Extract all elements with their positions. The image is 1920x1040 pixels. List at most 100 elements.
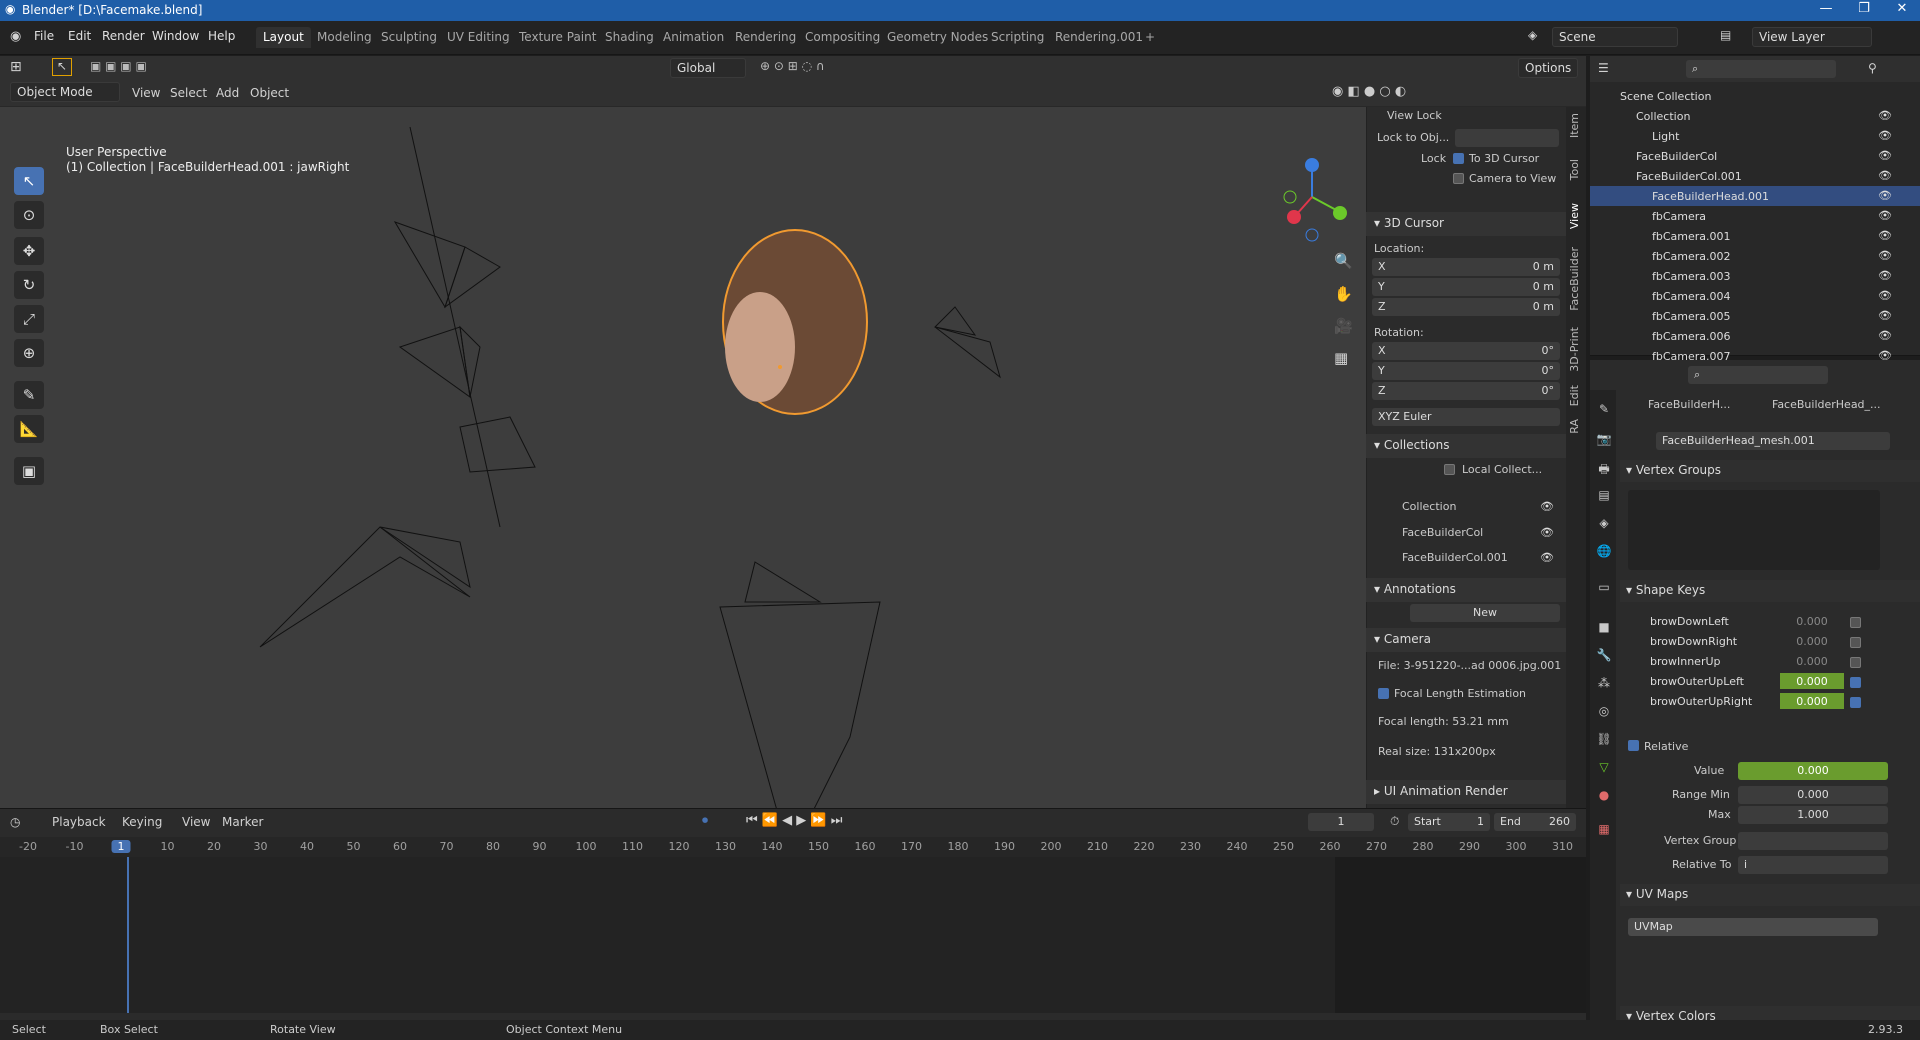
collection-item-3[interactable]: FaceBuilderCol.001 — [1402, 551, 1508, 564]
tab-view[interactable]: View — [1568, 203, 1581, 229]
measure-tool[interactable]: 📐 — [14, 415, 44, 443]
outliner-row[interactable]: fbCamera.006 👁 — [1590, 326, 1920, 346]
texture-tab-icon[interactable]: ▦ — [1595, 822, 1613, 840]
tab-3d-print[interactable]: 3D-Print — [1568, 327, 1581, 372]
outliner-row[interactable]: Light 👁 — [1590, 126, 1920, 146]
menu-file[interactable]: File — [34, 29, 54, 43]
visibility-eye-icon[interactable]: 👁 — [1878, 109, 1892, 122]
physics-tab-icon[interactable]: ◎ — [1595, 704, 1613, 722]
visibility-eye-icon[interactable]: 👁 — [1878, 329, 1892, 342]
select-mode-icons[interactable]: ▣ ▣ ▣ ▣ — [90, 59, 147, 73]
outliner-row[interactable]: fbCamera.004 👁 — [1590, 286, 1920, 306]
visibility-eye-icon[interactable]: 👁 — [1878, 189, 1892, 202]
uvmap-item[interactable]: UVMap — [1628, 918, 1878, 936]
shape-key-mute-checkbox[interactable] — [1850, 615, 1861, 628]
outliner-row[interactable]: fbCamera.003 👁 — [1590, 266, 1920, 286]
data-tab-icon[interactable]: ▽ — [1595, 760, 1613, 778]
scene-selector[interactable]: Scene — [1552, 27, 1678, 47]
view-lock-header[interactable]: View Lock — [1387, 109, 1442, 122]
lock-object-field[interactable] — [1455, 129, 1559, 147]
outliner-row[interactable]: fbCamera.001 👁 — [1590, 226, 1920, 246]
move-tool[interactable]: ✥ — [14, 237, 44, 265]
viewport-scene[interactable]: User Perspective (1) Collection | FaceBu… — [0, 107, 1366, 808]
visibility-eye-icon[interactable]: 👁 — [1878, 149, 1892, 162]
cursor-loc-x[interactable]: X 0 m — [1372, 258, 1560, 276]
viewport-menu-select[interactable]: Select — [170, 86, 207, 100]
vertex-group-field[interactable] — [1738, 832, 1888, 850]
mode-dropdown[interactable]: Object Mode — [10, 82, 120, 102]
cursor-rot-y[interactable]: Y 0° — [1372, 362, 1560, 380]
local-collect-checkbox[interactable] — [1444, 462, 1455, 476]
constraints-tab-icon[interactable]: ⛓ — [1595, 732, 1613, 750]
shape-key-row[interactable]: browDownLeft 0.000 — [1628, 612, 1890, 631]
grid-perspective-icon[interactable]: ▦ — [1334, 349, 1348, 367]
menu-edit[interactable]: Edit — [68, 29, 91, 43]
tab-animation[interactable]: Animation — [656, 27, 731, 48]
shape-value-slider[interactable]: 0.000 — [1738, 762, 1888, 780]
menu-help[interactable]: Help — [208, 29, 235, 43]
close-button[interactable]: ✕ — [1884, 1, 1920, 16]
visibility-eye-icon[interactable]: 👁 — [1878, 209, 1892, 222]
collection-item-1[interactable]: Collection — [1402, 500, 1456, 513]
frame-end-field[interactable]: End 260 — [1494, 813, 1576, 831]
visibility-eye-icon[interactable]: 👁 — [1878, 309, 1892, 322]
shape-key-mute-checkbox[interactable] — [1850, 635, 1861, 648]
rotate-tool[interactable]: ↻ — [14, 271, 44, 299]
outliner-row[interactable]: fbCamera 👁 — [1590, 206, 1920, 226]
camera-header[interactable]: ▾ Camera — [1366, 628, 1566, 652]
mesh-datablock-field[interactable]: FaceBuilderHead_mesh.001 — [1656, 432, 1890, 450]
collection-1-eye-icon[interactable]: 👁 — [1540, 500, 1554, 513]
vertex-colors-header[interactable]: ▾ Vertex Colors — [1620, 1006, 1920, 1020]
cursor-loc-z[interactable]: Z 0 m — [1372, 298, 1560, 316]
vertex-groups-header[interactable]: ▾ Vertex Groups — [1620, 460, 1920, 482]
zoom-icon[interactable]: 🔍 — [1334, 252, 1353, 270]
current-frame-field[interactable]: 1 — [1308, 813, 1374, 831]
range-max-field[interactable]: 1.000 — [1738, 806, 1888, 824]
new-annotation-button[interactable]: New — [1410, 604, 1560, 622]
annotations-header[interactable]: ▾ Annotations — [1366, 578, 1566, 602]
add-workspace-button[interactable]: + — [1138, 27, 1162, 48]
modifier-tab-icon[interactable]: 🔧 — [1595, 648, 1613, 666]
tab-rendering-001[interactable]: Rendering.001 — [1048, 27, 1150, 48]
timeline-menu-playback[interactable]: Playback — [52, 815, 106, 829]
playhead-line[interactable] — [127, 857, 129, 1013]
collection-3-eye-icon[interactable]: 👁 — [1540, 551, 1554, 564]
to-3d-cursor-checkbox[interactable] — [1453, 151, 1464, 165]
auto-key-record-icon[interactable]: ⏺ — [702, 813, 708, 828]
shape-key-mute-checkbox[interactable] — [1850, 695, 1861, 708]
tab-layout[interactable]: Layout — [256, 27, 311, 48]
cursor-rot-x[interactable]: X 0° — [1372, 342, 1560, 360]
collection-2-eye-icon[interactable]: 👁 — [1540, 526, 1554, 539]
select-box-tool[interactable]: ↖ — [14, 167, 44, 195]
world-tab-icon[interactable]: 🌐 — [1595, 544, 1613, 562]
editor-type-icon[interactable]: ⊞ — [10, 59, 22, 75]
tab-geometry-nodes[interactable]: Geometry Nodes — [880, 27, 995, 48]
frame-start-field[interactable]: Start 1 — [1408, 813, 1490, 831]
view-layer-selector[interactable]: View Layer — [1752, 27, 1872, 47]
focal-est-checkbox[interactable] — [1378, 686, 1389, 700]
timeline-track-area[interactable] — [0, 857, 1586, 1013]
outliner-row[interactable]: Collection 👁 — [1590, 106, 1920, 126]
shape-key-row[interactable]: browOuterUpRight 0.000 — [1628, 692, 1890, 711]
shape-key-value[interactable]: 0.000 — [1780, 633, 1844, 649]
tab-uv-editing[interactable]: UV Editing — [440, 27, 517, 48]
tab-texture-paint[interactable]: Texture Paint — [512, 27, 603, 48]
options-dropdown[interactable]: Options — [1518, 58, 1578, 78]
relative-to-field[interactable]: i — [1738, 856, 1888, 874]
shape-key-mute-checkbox[interactable] — [1850, 675, 1861, 688]
add-cube-tool[interactable]: ▣ — [14, 457, 44, 485]
output-tab-icon[interactable]: 🖶 — [1595, 460, 1613, 478]
visibility-eye-icon[interactable]: 👁 — [1878, 269, 1892, 282]
tab-sculpting[interactable]: Sculpting — [374, 27, 444, 48]
tab-compositing[interactable]: Compositing — [798, 27, 887, 48]
transform-tool[interactable]: ⊕ — [14, 339, 44, 367]
camera-to-view-checkbox[interactable] — [1453, 171, 1464, 185]
outliner-editor-icon[interactable]: ☰ — [1598, 61, 1609, 75]
tab-modeling[interactable]: Modeling — [310, 27, 379, 48]
outliner-row[interactable]: FaceBuilderHead.001 👁 — [1590, 186, 1920, 206]
filter-icon[interactable]: ⚲ — [1868, 61, 1877, 75]
visibility-eye-icon[interactable]: 👁 — [1878, 129, 1892, 142]
tab-shading[interactable]: Shading — [598, 27, 661, 48]
viewport-menu-add[interactable]: Add — [216, 86, 239, 100]
scale-tool[interactable]: ⤢ — [14, 305, 44, 333]
